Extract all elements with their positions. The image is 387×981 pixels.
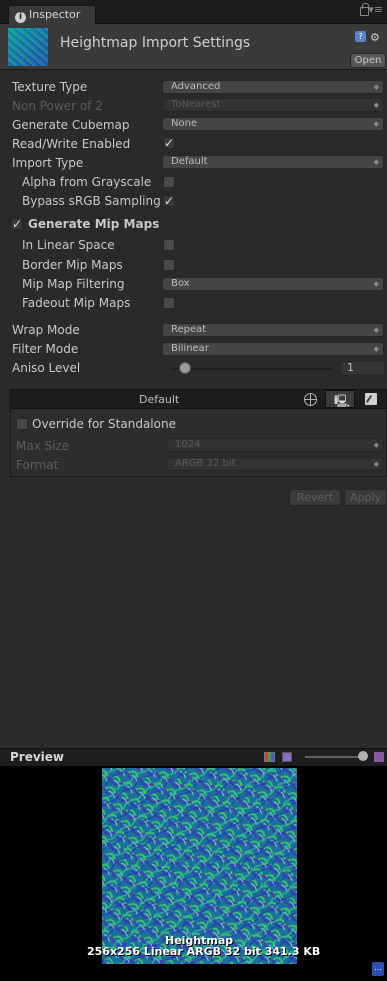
alpha-from-grayscale-label: Alpha from Grayscale xyxy=(22,175,152,189)
mip-map-filtering-dropdown[interactable]: Box xyxy=(162,277,384,291)
import-type-dropdown[interactable]: Default xyxy=(162,155,384,169)
aniso-level-field[interactable]: 1 xyxy=(340,361,385,375)
texture-type-label: Texture Type xyxy=(12,80,88,94)
format-dropdown: ARGB 32 bit xyxy=(166,457,384,471)
wrap-mode-label: Wrap Mode xyxy=(12,323,80,337)
texture-thumbnail xyxy=(8,28,48,66)
border-mip-maps-checkbox[interactable] xyxy=(163,259,175,271)
generate-cubemap-label: Generate Cubemap xyxy=(12,118,130,132)
fadeout-mip-maps-checkbox[interactable] xyxy=(163,297,175,309)
platform-default-tab-label[interactable]: Default xyxy=(139,393,179,406)
inspector-tab-label: Inspector xyxy=(29,8,81,21)
aniso-slider-handle[interactable] xyxy=(179,362,191,374)
texture-type-dropdown[interactable]: Advanced xyxy=(162,80,384,94)
format-label: Format xyxy=(16,458,59,472)
max-size-dropdown: 1024 xyxy=(166,438,384,452)
mip-map-filtering-label: Mip Map Filtering xyxy=(22,277,125,291)
web-platform-icon xyxy=(365,393,377,405)
revert-button[interactable]: Revert xyxy=(289,489,341,506)
non-power-of-2-dropdown: ToNearest xyxy=(162,98,384,112)
mip-level-slider-handle[interactable] xyxy=(358,751,368,761)
override-standalone-checkbox[interactable] xyxy=(16,418,28,430)
max-size-label: Max Size xyxy=(16,439,70,453)
border-mip-maps-label: Border Mip Maps xyxy=(22,258,123,272)
globe-icon[interactable] xyxy=(304,393,317,406)
open-button[interactable]: Open xyxy=(350,53,386,68)
preview-title: Preview xyxy=(10,750,65,764)
import-type-label: Import Type xyxy=(12,156,84,170)
aniso-slider-track[interactable] xyxy=(170,368,332,370)
filter-mode-dropdown[interactable]: Bilinear xyxy=(162,342,384,356)
aniso-level-label: Aniso Level xyxy=(12,361,81,375)
alpha-from-grayscale-checkbox[interactable] xyxy=(163,176,175,188)
generate-mip-maps-label: Generate Mip Maps xyxy=(28,217,160,231)
generate-cubemap-dropdown[interactable]: None xyxy=(162,117,384,131)
read-write-label: Read/Write Enabled xyxy=(12,137,131,151)
rgb-channel-icon[interactable] xyxy=(264,752,275,762)
override-standalone-label: Override for Standalone xyxy=(32,417,176,431)
read-write-checkbox[interactable]: ✓ xyxy=(163,137,175,149)
alpha-channel-icon[interactable] xyxy=(282,752,292,762)
wrap-mode-dropdown[interactable]: Repeat xyxy=(162,323,384,337)
page-title: Heightmap Import Settings xyxy=(60,35,251,51)
inspector-tab[interactable]: i Inspector xyxy=(8,5,96,25)
gear-icon[interactable]: ⚙ xyxy=(370,31,380,44)
in-linear-space-label: In Linear Space xyxy=(22,238,115,252)
mip-level-slider-track[interactable] xyxy=(305,756,361,758)
apply-button[interactable]: Apply xyxy=(344,489,387,506)
preview-caption-info: 256x256 Linear ARGB 32 bit 341.3 KB xyxy=(87,945,321,958)
fadeout-mip-maps-label: Fadeout Mip Maps xyxy=(22,296,131,310)
help-icon[interactable]: ? xyxy=(355,31,366,42)
bypass-srgb-checkbox[interactable]: ✓ xyxy=(163,195,175,207)
filter-mode-label: Filter Mode xyxy=(12,342,79,356)
in-linear-space-checkbox[interactable] xyxy=(163,239,175,251)
info-icon: i xyxy=(15,12,26,23)
tab-menu-icon[interactable]: ▾≡ xyxy=(368,3,383,16)
mip-level-icon xyxy=(374,752,384,762)
generate-mip-maps-checkbox[interactable]: ✓ xyxy=(11,218,23,230)
bypass-srgb-label: Bypass sRGB Sampling xyxy=(22,194,161,208)
non-power-of-2-label: Non Power of 2 xyxy=(12,99,103,113)
resize-handle-icon[interactable]: … xyxy=(372,962,384,976)
